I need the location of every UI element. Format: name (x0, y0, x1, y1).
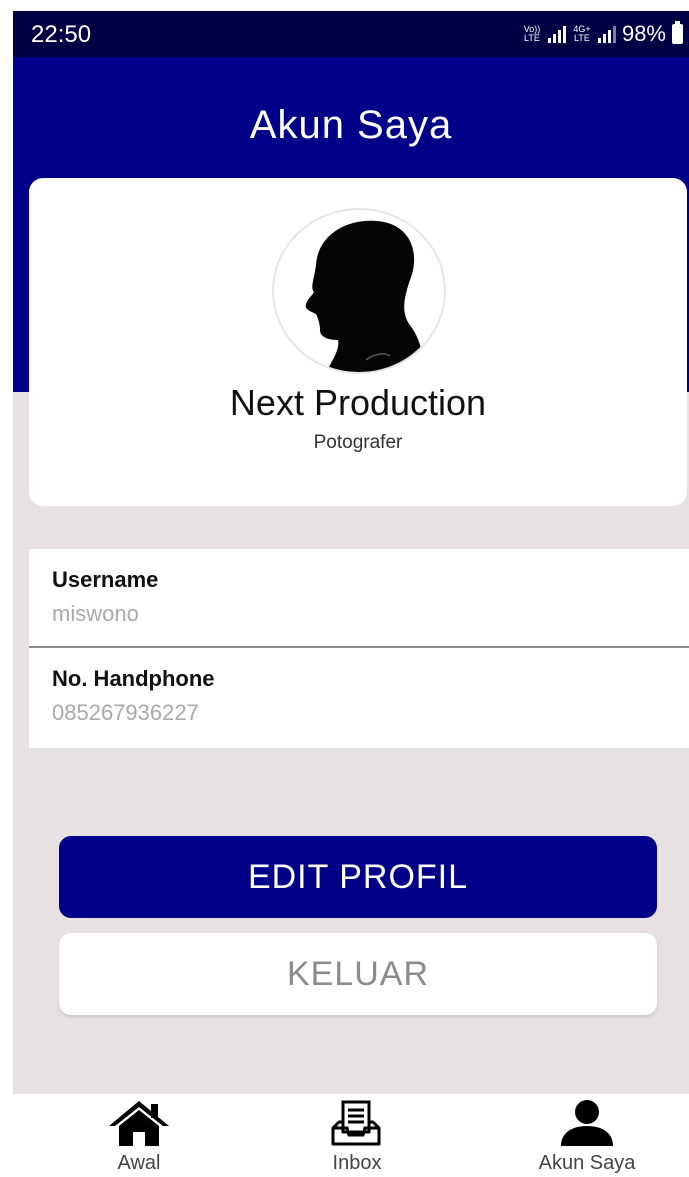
inbox-icon (331, 1100, 381, 1146)
profile-name: Next Production (229, 382, 487, 423)
phone-screen: 22:50 Vo)) LTE 4G+ LTE 98% Akun Saya Nex… (13, 11, 689, 1177)
profile-role: Potografer (313, 432, 403, 453)
logout-button[interactable]: KELUAR (59, 933, 657, 1015)
user-icon (561, 1100, 613, 1146)
profile-silhouette-icon (305, 220, 423, 372)
phone-value: 085267936227 (52, 700, 199, 725)
4g-icon: 4G+ LTE (573, 24, 591, 43)
profile-card: Next Production Potografer (29, 178, 687, 506)
info-row-username: Username miswono (29, 549, 689, 646)
bottom-navigation: Awal Inbox Akun Saya (13, 1094, 689, 1177)
volte-icon: Vo)) LTE (523, 24, 541, 43)
status-time: 22:50 (31, 21, 92, 48)
signal-icon (547, 25, 566, 43)
info-row-phone: No. Handphone 085267936227 (29, 646, 689, 748)
battery-percent: 98% (621, 21, 666, 46)
signal-icon-2 (597, 25, 616, 43)
edit-profile-button[interactable]: EDIT PROFIL (59, 836, 657, 918)
battery-icon (672, 21, 683, 44)
nav-label-inbox: Inbox (332, 1152, 382, 1174)
status-icons: Vo)) LTE 4G+ LTE 98% (522, 21, 683, 47)
nav-item-awal[interactable]: Awal (39, 1094, 239, 1177)
status-bar: 22:50 Vo)) LTE 4G+ LTE 98% (13, 11, 689, 57)
nav-item-akun-saya[interactable]: Akun Saya (487, 1094, 687, 1177)
avatar[interactable] (272, 208, 446, 374)
username-label: Username (52, 567, 159, 592)
username-value: miswono (52, 601, 139, 626)
home-icon (109, 1101, 169, 1146)
nav-item-inbox[interactable]: Inbox (257, 1094, 457, 1177)
page-title: Akun Saya (249, 103, 453, 147)
phone-label: No. Handphone (52, 666, 215, 691)
nav-label-awal: Awal (117, 1152, 161, 1174)
account-info: Username miswono No. Handphone 085267936… (29, 549, 689, 748)
nav-label-akun-saya: Akun Saya (538, 1152, 636, 1174)
